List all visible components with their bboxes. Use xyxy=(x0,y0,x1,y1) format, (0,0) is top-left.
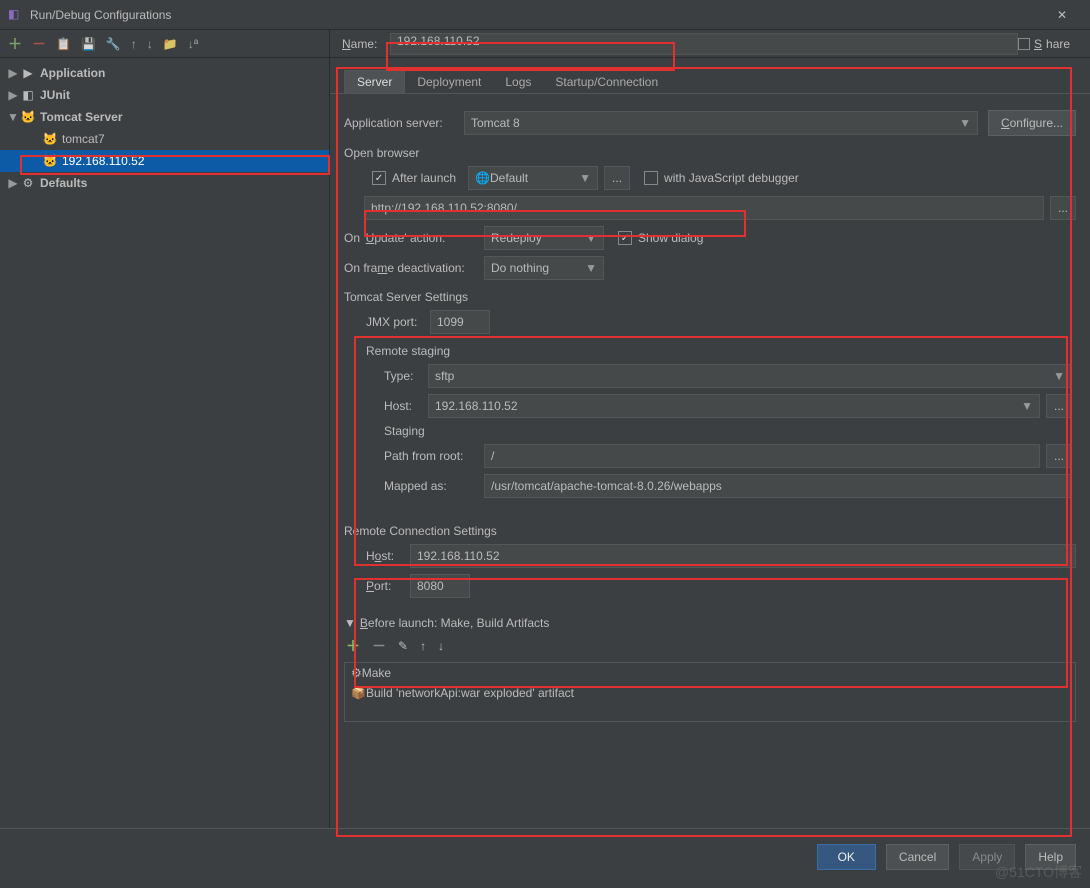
update-select[interactable]: Redeploy▼ xyxy=(484,226,604,250)
name-label: Name: xyxy=(342,37,390,51)
app-icon: ◧ xyxy=(8,7,24,23)
tree-item[interactable]: 🐱tomcat7 xyxy=(0,128,329,150)
watermark: @51CTO博客 xyxy=(995,862,1082,882)
frame-label: On frame deactivation: xyxy=(344,261,484,275)
update-label: On 'Update' action: xyxy=(344,231,484,245)
remote-host-input[interactable]: 192.168.110.52 xyxy=(410,544,1076,568)
config-toolbar: ＋ － 📋 💾 🔧 ↑ ↓ 📁 ↓ª xyxy=(0,30,329,58)
remote-staging-label: Remote staging xyxy=(366,344,1072,358)
remove-config-icon[interactable]: － xyxy=(32,34,46,54)
folder-icon[interactable]: 📁 xyxy=(163,37,178,51)
dialog-footer: OK Cancel Apply Help xyxy=(0,828,1090,884)
open-browser-label: Open browser xyxy=(344,146,1076,160)
tab-deployment[interactable]: Deployment xyxy=(405,71,493,93)
tab-startup[interactable]: Startup/Connection xyxy=(543,71,670,93)
tree-item[interactable]: ▶⚙Defaults xyxy=(0,172,329,194)
remote-conn-label: Remote Connection Settings xyxy=(344,524,1076,538)
remote-port-label: Port: xyxy=(366,579,410,593)
copy-config-icon[interactable]: 📋 xyxy=(56,37,71,51)
add-config-icon[interactable]: ＋ xyxy=(8,34,22,54)
wrench-icon[interactable]: 🔧 xyxy=(106,37,121,51)
before-launch-label: Before launch: Make, Build Artifacts xyxy=(360,616,549,630)
appserver-label: Application server: xyxy=(344,116,464,130)
config-tabs: Server Deployment Logs Startup/Connectio… xyxy=(330,68,1090,94)
up-icon[interactable]: ↑ xyxy=(131,37,137,51)
before-remove-icon[interactable]: － xyxy=(372,636,386,656)
cancel-button[interactable]: Cancel xyxy=(886,844,949,870)
sort-icon[interactable]: ↓ª xyxy=(188,37,198,51)
before-down-icon[interactable]: ↓ xyxy=(438,639,444,653)
mapped-input[interactable]: /usr/tomcat/apache-tomcat-8.0.26/webapps xyxy=(484,474,1072,498)
appserver-select[interactable]: Tomcat 8▼ xyxy=(464,111,978,135)
type-select[interactable]: sftp▼ xyxy=(428,364,1072,388)
tab-server[interactable]: Server xyxy=(344,70,405,93)
url-input[interactable]: http://192.168.110.52:8080/ xyxy=(364,196,1044,220)
share-checkbox[interactable]: Share xyxy=(1018,37,1078,51)
name-input[interactable]: 192.168.110.52 xyxy=(390,33,1018,55)
path-label: Path from root: xyxy=(384,449,484,463)
before-launch-list[interactable]: ⚙ Make 📦 Build 'networkApi:war exploded'… xyxy=(344,662,1076,722)
tomcat-settings-label: Tomcat Server Settings xyxy=(344,290,1076,304)
tree-item[interactable]: ▶◧JUnit xyxy=(0,84,329,106)
path-input[interactable]: / xyxy=(484,444,1040,468)
mapped-label: Mapped as: xyxy=(384,479,484,493)
path-browse[interactable]: ... xyxy=(1046,444,1072,468)
save-config-icon[interactable]: 💾 xyxy=(81,37,96,51)
show-dialog-checkbox[interactable] xyxy=(618,231,632,245)
staging-label: Staging xyxy=(384,424,1072,438)
ok-button[interactable]: OK xyxy=(817,844,876,870)
type-label: Type: xyxy=(384,369,428,383)
jmx-label: JMX port: xyxy=(366,315,430,329)
down-icon[interactable]: ↓ xyxy=(147,37,153,51)
main-panel: Name: 192.168.110.52 Share Server Deploy… xyxy=(330,30,1090,828)
staging-host-label: Host: xyxy=(384,399,428,413)
before-up-icon[interactable]: ↑ xyxy=(420,639,426,653)
sidebar: ＋ － 📋 💾 🔧 ↑ ↓ 📁 ↓ª ▶▶Application▶◧JUnit▼… xyxy=(0,30,330,828)
title-bar: ◧ Run/Debug Configurations ✕ xyxy=(0,0,1090,30)
config-tree[interactable]: ▶▶Application▶◧JUnit▼🐱Tomcat Server🐱tomc… xyxy=(0,58,329,828)
browser-options-button[interactable]: ... xyxy=(604,166,630,190)
remote-host-label: Host: xyxy=(366,549,410,563)
browser-select[interactable]: 🌐 Default▼ xyxy=(468,166,598,190)
jmx-input[interactable]: 1099 xyxy=(430,310,490,334)
before-add-icon[interactable]: ＋ xyxy=(346,636,360,656)
js-debugger-label: with JavaScript debugger xyxy=(664,171,799,185)
frame-select[interactable]: Do nothing▼ xyxy=(484,256,604,280)
before-edit-icon[interactable]: ✎ xyxy=(398,639,408,653)
staging-host-browse[interactable]: ... xyxy=(1046,394,1072,418)
staging-host-select[interactable]: 192.168.110.52▼ xyxy=(428,394,1040,418)
tree-item[interactable]: ▶▶Application xyxy=(0,62,329,84)
list-item: 📦 Build 'networkApi:war exploded' artifa… xyxy=(345,683,1075,703)
tree-item[interactable]: ▼🐱Tomcat Server xyxy=(0,106,329,128)
js-debugger-checkbox[interactable] xyxy=(644,171,658,185)
after-launch-label: After launch xyxy=(392,171,456,185)
tree-item[interactable]: 🐱192.168.110.52 xyxy=(0,150,329,172)
expander-icon[interactable]: ▼ xyxy=(344,616,356,630)
remote-port-input[interactable]: 8080 xyxy=(410,574,470,598)
after-launch-checkbox[interactable] xyxy=(372,171,386,185)
tab-logs[interactable]: Logs xyxy=(493,71,543,93)
show-dialog-label: Show dialog xyxy=(638,231,703,245)
list-item: ⚙ Make xyxy=(345,663,1075,683)
configure-button[interactable]: Configure... xyxy=(988,110,1076,136)
window-title: Run/Debug Configurations xyxy=(30,8,1042,22)
url-browse-button[interactable]: ... xyxy=(1050,196,1076,220)
close-button[interactable]: ✕ xyxy=(1042,8,1082,22)
